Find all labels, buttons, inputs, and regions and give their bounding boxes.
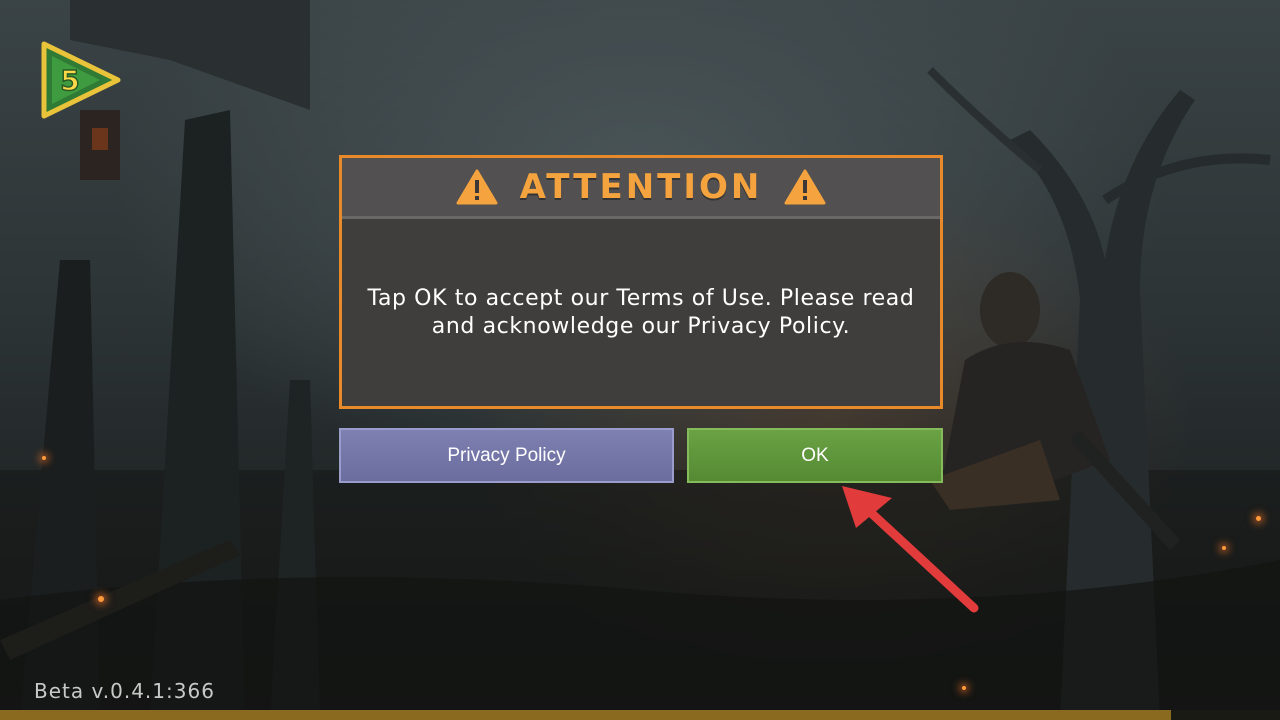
warning-triangle-icon bbox=[456, 169, 498, 205]
firefly-light bbox=[98, 596, 104, 602]
version-label: Beta v.0.4.1:366 bbox=[34, 679, 215, 703]
firefly-light bbox=[1222, 546, 1226, 550]
attention-dialog: ATTENTION Tap OK to accept our Terms of … bbox=[339, 155, 943, 409]
firefly-light bbox=[1256, 516, 1261, 521]
loading-progress-fill bbox=[0, 710, 1172, 720]
loading-progress-bar bbox=[0, 710, 1280, 720]
firefly-light bbox=[42, 456, 46, 460]
dialog-message: Tap OK to accept our Terms of Use. Pleas… bbox=[367, 285, 915, 339]
logo-number: 5 bbox=[60, 64, 79, 97]
ok-button[interactable]: OK bbox=[687, 428, 943, 483]
app-logo: 5 bbox=[38, 40, 122, 120]
dialog-title: ATTENTION bbox=[519, 167, 763, 207]
dialog-body: Tap OK to accept our Terms of Use. Pleas… bbox=[342, 219, 940, 406]
dialog-header: ATTENTION bbox=[342, 158, 940, 219]
privacy-policy-button[interactable]: Privacy Policy bbox=[339, 428, 674, 483]
game-screen: 5 ATTENTION Tap OK to accept our Terms o… bbox=[0, 0, 1280, 720]
play-logo-icon: 5 bbox=[41, 41, 121, 119]
firefly-light bbox=[962, 686, 966, 690]
red-arrow-annotation bbox=[842, 486, 979, 613]
warning-triangle-icon bbox=[784, 169, 826, 205]
